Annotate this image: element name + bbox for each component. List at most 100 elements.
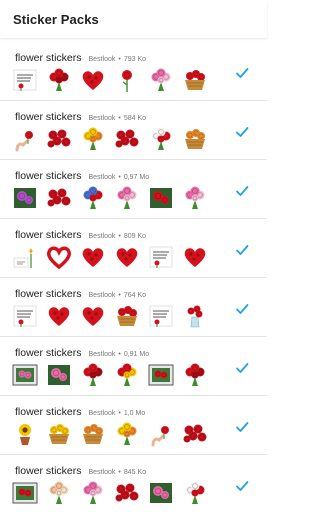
red-rose-bouquet-sticker — [79, 362, 107, 388]
meta-separator: • — [118, 174, 121, 181]
red-rose-bunch-sticker — [113, 126, 141, 152]
sticker-preview-strip — [11, 362, 215, 388]
meta-separator: • — [118, 351, 121, 358]
app-bar: Sticker Packs — [0, 0, 267, 38]
rose-vase-sticker — [181, 303, 209, 329]
sticker-preview-strip — [11, 67, 215, 93]
pack-header: flower stickers Bestlook • 584 Ko — [15, 111, 146, 123]
sticker-pack-row[interactable]: flower stickers Bestlook • 793 Ko — [0, 42, 267, 101]
pack-publisher: Bestlook — [88, 292, 116, 299]
page-title: Sticker Packs — [13, 11, 99, 27]
pack-name: flower stickers — [15, 347, 82, 359]
pink-bouquet-photo-sticker — [45, 362, 73, 388]
pink-photo-sticker — [147, 480, 175, 506]
pack-name: flower stickers — [15, 229, 82, 241]
pack-meta: Bestlook • 793 Ko — [89, 56, 147, 63]
pack-size: 1,0 Mo — [123, 410, 146, 417]
sticker-pack-row[interactable]: flower stickers Bestlook • 809 Ko — [0, 219, 267, 278]
added-check-icon[interactable] — [235, 479, 249, 493]
pack-header: flower stickers Bestlook • 0,97 Mo — [15, 170, 149, 182]
quote-card-sticker — [147, 303, 175, 329]
pack-name: flower stickers — [15, 170, 82, 182]
sticker-preview-strip — [11, 303, 215, 329]
rose-basket-sticker — [181, 67, 209, 93]
rose-heart-sticker — [45, 303, 73, 329]
pack-size: 793 Ko — [123, 56, 147, 63]
sticker-pack-row[interactable]: flower stickers Bestlook • 764 Ko — [0, 278, 267, 337]
pack-size: 0,97 Mo — [123, 174, 150, 181]
rose-bouquet-card-sticker — [147, 244, 175, 270]
mixed-basket-sticker — [181, 126, 209, 152]
pack-name: flower stickers — [15, 52, 82, 64]
pack-header: flower stickers Bestlook • 0,91 Mo — [15, 347, 149, 359]
pack-publisher: Bestlook — [88, 410, 116, 417]
pack-header: flower stickers Bestlook • 845 Ko — [15, 465, 146, 477]
pack-meta: Bestlook • 0,91 Mo — [89, 351, 150, 358]
pack-size: 809 Ko — [123, 233, 147, 240]
added-check-icon[interactable] — [235, 125, 249, 139]
mixed-basket-sticker — [79, 421, 107, 447]
added-check-icon[interactable] — [235, 361, 249, 375]
sticker-pack-row[interactable]: flower stickers Bestlook • 845 Ko — [0, 455, 267, 512]
good-day-card-sticker — [11, 67, 39, 93]
rose-basket-sticker — [113, 303, 141, 329]
yellow-bouquet-sticker — [79, 126, 107, 152]
pack-meta: Bestlook • 1,0 Mo — [89, 410, 146, 417]
red-rose-photo-sticker — [147, 185, 175, 211]
red-rose-bouquet-sticker — [45, 67, 73, 93]
pack-meta: Bestlook • 809 Ko — [89, 233, 147, 240]
sticker-pack-row[interactable]: flower stickers Bestlook • 1,0 Mo — [0, 396, 267, 455]
sticker-pack-row[interactable]: flower stickers Bestlook • 0,91 Mo — [0, 337, 267, 396]
pack-header: flower stickers Bestlook • 1,0 Mo — [15, 406, 145, 418]
sticker-preview-strip — [11, 244, 215, 270]
pastel-roses-sticker — [113, 185, 141, 211]
pack-publisher: Bestlook — [88, 56, 116, 63]
meta-separator: • — [118, 292, 121, 299]
framed-red-roses-sticker — [147, 362, 175, 388]
pack-size: 584 Ko — [123, 115, 147, 122]
added-check-icon[interactable] — [235, 184, 249, 198]
pack-size: 845 Ko — [123, 469, 147, 476]
sunflower-pot-sticker — [11, 421, 39, 447]
added-check-icon[interactable] — [235, 243, 249, 257]
red-flower-bunch-sticker — [181, 421, 209, 447]
added-check-icon[interactable] — [235, 302, 249, 316]
hand-flower-sticker — [147, 421, 175, 447]
sticker-pack-row[interactable]: flower stickers Bestlook • 584 Ko — [0, 101, 267, 160]
pack-header: flower stickers Bestlook • 793 Ko — [15, 52, 146, 64]
pack-publisher: Bestlook — [88, 351, 116, 358]
meta-separator: • — [118, 233, 121, 240]
red-rose-heart-sticker — [181, 244, 209, 270]
white-rose-bouquet-sticker — [181, 480, 209, 506]
hands-bouquet-sticker — [11, 126, 39, 152]
sticker-pack-row[interactable]: flower stickers Bestlook • 0,97 Mo — [0, 160, 267, 219]
heart-wreath-sticker — [45, 244, 73, 270]
added-check-icon[interactable] — [235, 66, 249, 80]
sticker-preview-strip — [11, 185, 215, 211]
mixed-bouquet-sticker — [113, 362, 141, 388]
added-check-icon[interactable] — [235, 420, 249, 434]
pack-size: 764 Ko — [123, 292, 147, 299]
pack-meta: Bestlook • 845 Ko — [89, 469, 147, 476]
pack-name: flower stickers — [15, 465, 82, 477]
sticker-pack-list[interactable]: flower stickers Bestlook • 793 Ko flower s… — [0, 42, 267, 512]
pack-meta: Bestlook • 0,97 Mo — [89, 174, 150, 181]
pack-name: flower stickers — [15, 406, 82, 418]
red-heart-sticker — [79, 67, 107, 93]
pink-roses-sticker — [181, 185, 209, 211]
pack-publisher: Bestlook — [88, 233, 116, 240]
pack-meta: Bestlook • 764 Ko — [89, 292, 147, 299]
pack-publisher: Bestlook — [88, 174, 116, 181]
rose-heart-sticker — [79, 244, 107, 270]
meta-separator: • — [118, 469, 121, 476]
sticker-preview-strip — [11, 126, 215, 152]
peach-roses-sticker — [45, 480, 73, 506]
pack-publisher: Bestlook — [88, 115, 116, 122]
meta-separator: • — [118, 56, 121, 63]
pack-publisher: Bestlook — [88, 469, 116, 476]
meta-separator: • — [118, 115, 121, 122]
rose-bouquet-sticker — [181, 362, 209, 388]
yellow-basket-sticker — [45, 421, 73, 447]
pink-bouquet-sticker — [147, 67, 175, 93]
single-red-rose-sticker — [113, 67, 141, 93]
